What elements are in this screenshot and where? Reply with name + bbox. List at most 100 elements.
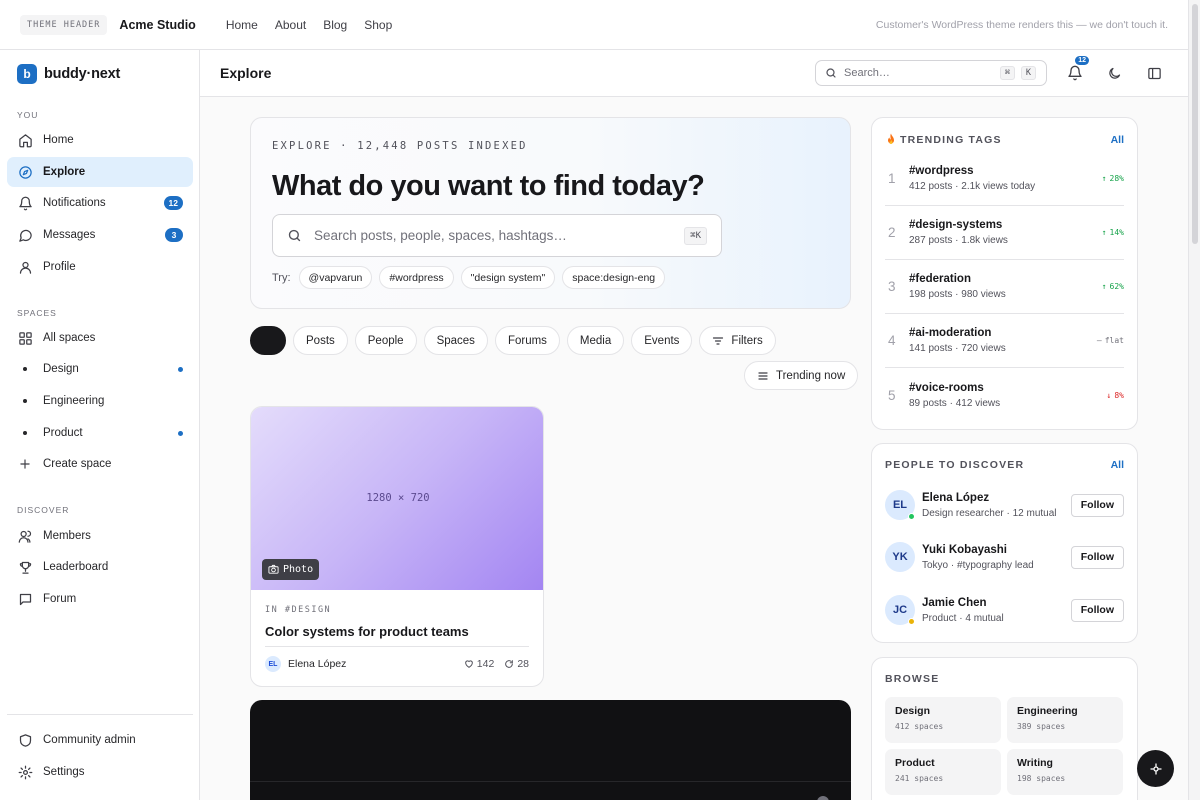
sidebar-item-explore[interactable]: Explore — [7, 157, 193, 187]
filter-tab-forums[interactable]: Forums — [494, 326, 560, 355]
filters-button[interactable]: Filters — [699, 326, 776, 355]
person-name[interactable]: Elena López — [922, 492, 1057, 504]
global-search-input[interactable]: Search… ⌘ K — [815, 60, 1047, 86]
filter-icon — [712, 335, 724, 347]
browse-tile-engineering[interactable]: Engineering 389 spaces — [1007, 697, 1123, 743]
notifications-button[interactable]: 12 — [1065, 56, 1089, 83]
sidebar-item-members[interactable]: Members — [7, 521, 193, 551]
unread-dot — [178, 430, 183, 436]
suggestion-chip[interactable]: #wordpress — [379, 266, 454, 289]
video-card[interactable] — [250, 700, 851, 800]
people-all-link[interactable]: All — [1111, 459, 1124, 471]
post-divider — [265, 646, 529, 647]
avatar[interactable]: EL — [885, 490, 915, 520]
tag-trend-value: 62% — [1109, 282, 1124, 291]
repost-button[interactable]: 28 — [504, 658, 529, 670]
post-media-placeholder[interactable]: 1280 × 720 Photo — [251, 407, 543, 590]
filter-tab-posts[interactable]: Posts — [293, 326, 348, 355]
sidebar-item-label: Members — [43, 530, 91, 542]
scrollbar-thumb[interactable] — [1192, 4, 1198, 244]
brand-name: buddy·next — [44, 65, 121, 82]
person-name[interactable]: Yuki Kobayashi — [922, 544, 1034, 556]
sidebar-item-label: All spaces — [43, 332, 96, 344]
like-count: 142 — [476, 658, 495, 670]
sidebar-item-all-spaces[interactable]: All spaces — [7, 323, 193, 353]
suggestion-chip[interactable]: @vapvarun — [298, 266, 373, 289]
suggestion-chip[interactable]: "design system" — [460, 266, 556, 289]
sidebar-item-settings[interactable]: Settings — [7, 757, 193, 787]
avatar[interactable]: JC — [885, 595, 915, 625]
filter-tabs: Posts People Spaces Forums Media Events … — [250, 326, 776, 355]
filter-tab-spaces[interactable]: Spaces — [423, 326, 488, 355]
sidebar-layout-icon — [1147, 66, 1162, 81]
post-title[interactable]: Color systems for product teams — [265, 624, 469, 639]
panel-toggle-button[interactable] — [1144, 63, 1164, 83]
video-progress-handle[interactable] — [817, 796, 829, 800]
browse-tile-writing[interactable]: Writing 198 spaces — [1007, 749, 1123, 795]
sidebar-item-notifications[interactable]: Notifications 12 — [7, 188, 193, 218]
filter-tab-media[interactable]: Media — [566, 326, 625, 355]
post-card[interactable]: 1280 × 720 Photo IN #DESIGN Color system… — [250, 406, 544, 687]
brand[interactable]: b buddy·next — [0, 50, 199, 97]
sidebar-item-forum[interactable]: Forum — [7, 584, 193, 614]
person-name[interactable]: Jamie Chen — [922, 597, 1004, 609]
theme-nav-home[interactable]: Home — [226, 18, 258, 32]
kbd-k: K — [1020, 66, 1036, 80]
post-space[interactable]: IN #DESIGN — [265, 605, 331, 615]
filter-tab-all[interactable] — [250, 326, 286, 355]
explore-search-input[interactable]: Search posts, people, spaces, hashtags… … — [272, 214, 722, 257]
post-author[interactable]: EL Elena López — [265, 656, 346, 672]
panel-header: TRENDING TAGS All — [885, 133, 1124, 146]
theme-brand[interactable]: Acme Studio — [119, 18, 195, 32]
theme-nav-shop[interactable]: Shop — [364, 18, 392, 32]
sidebar-item-label: Create space — [43, 458, 112, 470]
page-scrollbar[interactable] — [1188, 0, 1200, 800]
sort-label: Trending now — [776, 369, 846, 382]
trending-tag-row[interactable]: 1 #wordpress 412 posts · 2.1k views toda… — [885, 152, 1124, 206]
theme-toggle-button[interactable] — [1104, 63, 1124, 83]
sidebar-item-label: Engineering — [43, 395, 105, 407]
trending-tag-row[interactable]: 4 #ai-moderation 141 posts · 720 views –… — [885, 314, 1124, 368]
trending-title: TRENDING TAGS — [900, 133, 1002, 146]
trending-tag-row[interactable]: 3 #federation 198 posts · 980 views ↑ 62% — [885, 260, 1124, 314]
avatar-initials: YK — [892, 551, 908, 563]
sidebar-item-profile[interactable]: Profile — [7, 252, 193, 282]
media-type-tag: Photo — [262, 559, 320, 580]
sidebar-item-create-space[interactable]: Create space — [7, 449, 193, 479]
browse-name: Writing — [1017, 757, 1053, 769]
sidebar-item-leaderboard[interactable]: Leaderboard — [7, 552, 193, 582]
browse-count: 412 spaces — [895, 722, 944, 731]
sidebar-item-space-engineering[interactable]: Engineering — [7, 386, 193, 416]
tag-name: #voice-rooms — [909, 381, 984, 394]
browse-tile-product[interactable]: Product 241 spaces — [885, 749, 1001, 795]
filter-tab-people[interactable]: People — [354, 326, 417, 355]
theme-nav-blog[interactable]: Blog — [323, 18, 347, 32]
avatar[interactable]: YK — [885, 542, 915, 572]
trending-tag-row[interactable]: 5 #voice-rooms 89 posts · 412 views ↓ 8% — [885, 368, 1124, 422]
person-row: YK Yuki Kobayashi Tokyo · #typography le… — [885, 539, 1124, 575]
moon-icon — [1107, 66, 1122, 81]
sidebar-item-community-admin[interactable]: Community admin — [7, 725, 193, 755]
avatar-initials: JC — [892, 604, 908, 616]
tag-trend: ↑ 14% — [1102, 228, 1124, 237]
follow-button[interactable]: Follow — [1070, 545, 1124, 569]
sidebar: b buddy·next YOU Home Explore Notificati… — [0, 50, 200, 800]
like-button[interactable]: 142 — [464, 658, 495, 670]
sidebar-item-home[interactable]: Home — [7, 125, 193, 155]
sort-dropdown[interactable]: Trending now — [744, 361, 859, 390]
topbar: Explore Search… ⌘ K 12 — [200, 50, 1188, 97]
filter-tab-events[interactable]: Events — [631, 326, 693, 355]
browse-tile-design[interactable]: Design 412 spaces — [885, 697, 1001, 743]
theme-nav-about[interactable]: About — [275, 18, 306, 32]
sidebar-item-space-design[interactable]: Design — [7, 354, 193, 384]
trending-tag-row[interactable]: 2 #design-systems 287 posts · 1.8k views… — [885, 206, 1124, 260]
floating-settings-button[interactable] — [1137, 750, 1174, 787]
follow-button[interactable]: Follow — [1070, 598, 1124, 622]
suggestion-chip[interactable]: space:design-eng — [562, 266, 666, 289]
sidebar-item-space-product[interactable]: Product — [7, 418, 193, 448]
browse-name: Design — [895, 705, 931, 717]
trending-all-link[interactable]: All — [1111, 134, 1124, 146]
sidebar-item-messages[interactable]: Messages 3 — [7, 220, 193, 250]
follow-button[interactable]: Follow — [1070, 493, 1124, 517]
sidebar-item-label: Settings — [43, 766, 85, 778]
